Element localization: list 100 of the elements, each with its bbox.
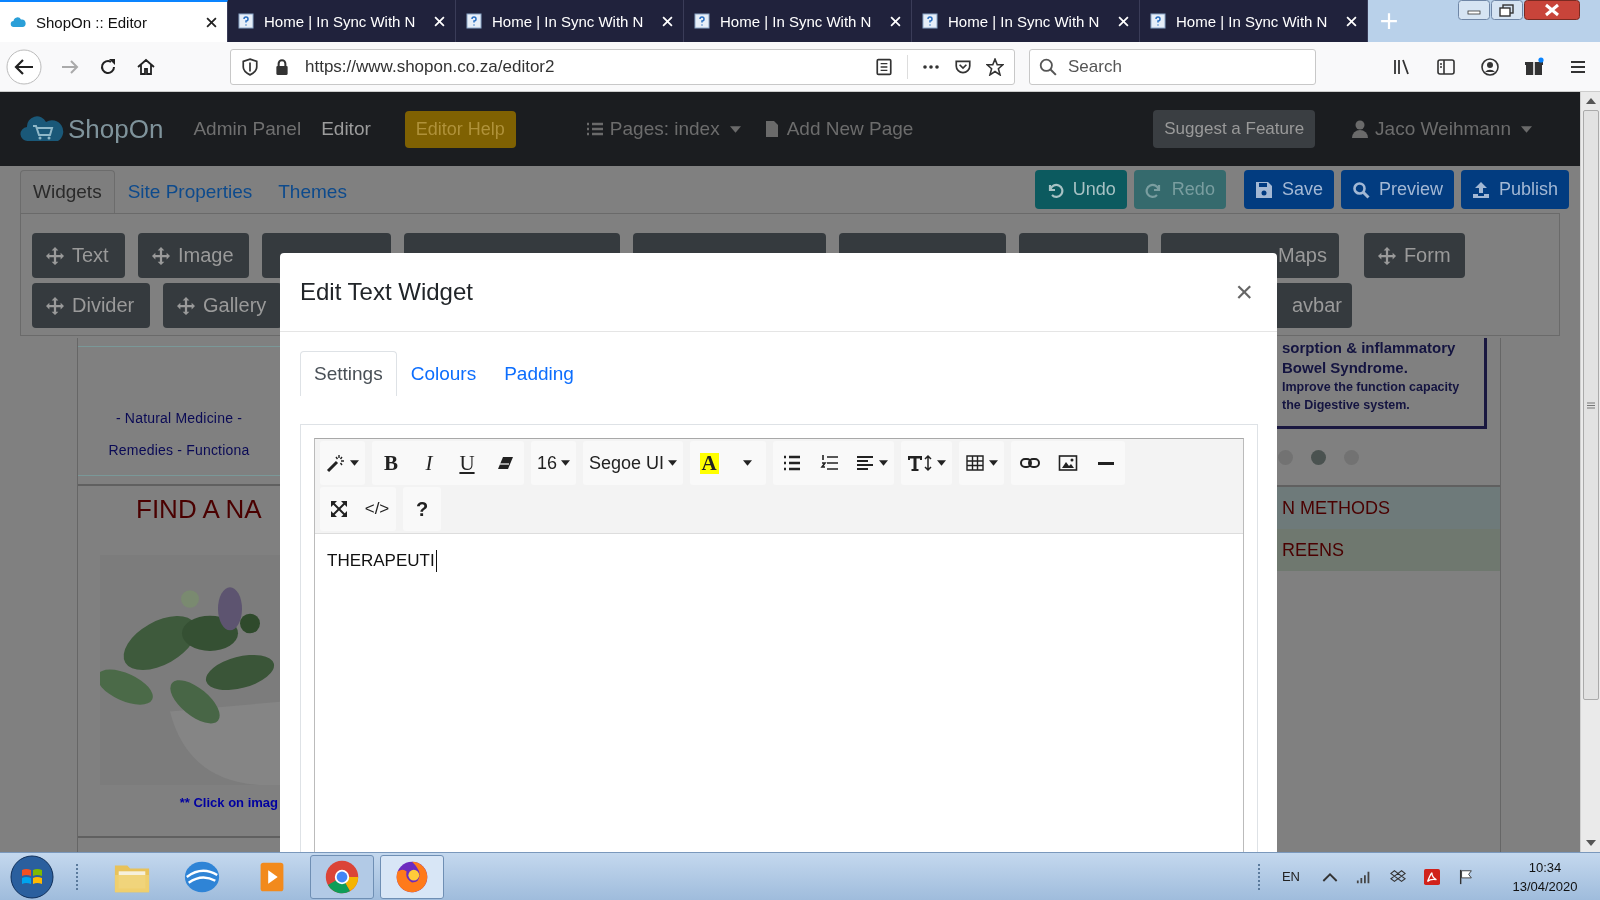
scroll-up-icon[interactable] — [1585, 98, 1596, 104]
editor-tab[interactable]: Widgets — [20, 170, 115, 213]
browser-tab[interactable]: Home | In Sync With N — [1140, 0, 1368, 42]
clock-time[interactable]: 10:34 — [1528, 857, 1562, 877]
browser-tab[interactable]: ShopOn :: Editor — [0, 0, 228, 42]
suggest-button[interactable]: Suggest a Feature — [1153, 110, 1316, 148]
tab-title: Home | In Sync With N — [264, 12, 417, 30]
back-icon[interactable] — [6, 48, 42, 85]
widget-button[interactable]: Form — [1363, 233, 1465, 278]
widget-button[interactable]: Text — [32, 233, 125, 278]
address-bar[interactable]: https://www.shopon.co.za/editor2 — [230, 48, 1015, 85]
bullet-list-icon — [782, 453, 803, 473]
table-icon — [965, 453, 986, 473]
widget-button[interactable]: Gallery — [163, 283, 282, 328]
search-field[interactable]: Search — [1029, 48, 1316, 85]
caret-icon — [668, 460, 678, 466]
taskbar-app[interactable] — [380, 854, 444, 899]
document-app-icon[interactable] — [1424, 868, 1440, 885]
info-text: Improve the function capacity — [1282, 379, 1461, 396]
modal-tab[interactable]: Colours — [396, 351, 491, 396]
scroll-thumb[interactable] — [1582, 110, 1599, 700]
grip-icon — [74, 861, 80, 892]
section-heading: FIND A NA — [135, 493, 263, 525]
toolbar-button[interactable]: I — [410, 441, 448, 485]
clock-date[interactable]: 13/04/2020 — [1512, 876, 1578, 896]
star-icon[interactable] — [986, 57, 1004, 76]
move-icon — [46, 296, 64, 315]
page-icon — [466, 13, 482, 29]
publish-button[interactable]: Publish — [1460, 170, 1569, 209]
modal-tab[interactable]: Settings — [300, 351, 397, 396]
list-icon — [585, 120, 604, 138]
caret-icon — [729, 125, 741, 133]
toolbar-button[interactable]: B — [372, 441, 410, 485]
minimize-icon[interactable] — [1458, 0, 1490, 20]
sidebar-icon[interactable] — [1436, 56, 1456, 77]
nav-link[interactable]: Editor — [321, 118, 371, 140]
caret-icon — [742, 460, 752, 466]
info-text: sorption & inflammatory — [1282, 338, 1457, 358]
scroll-down-icon[interactable] — [1585, 840, 1596, 846]
browser-tab[interactable]: Home | In Sync With N — [684, 0, 912, 42]
text-cursor — [435, 550, 437, 572]
widget-button[interactable]: Image — [138, 233, 249, 278]
nav-link[interactable]: Admin Panel — [193, 118, 302, 140]
caption-text: ** Click on imag — [178, 794, 279, 810]
preview-button[interactable]: Preview — [1340, 170, 1454, 209]
toolbar-button[interactable]: 16 — [531, 441, 577, 485]
reader-view-icon[interactable] — [875, 57, 893, 76]
editor-text: THERAPEUTI — [327, 551, 435, 571]
home-icon[interactable] — [136, 56, 156, 77]
carousel-dot[interactable] — [1311, 449, 1326, 465]
dropbox-icon[interactable] — [1390, 868, 1406, 885]
modal-tab[interactable]: Padding — [490, 351, 588, 396]
toolbar-button[interactable]: Segoe UI — [583, 441, 684, 485]
browser-icon — [323, 858, 361, 895]
undo-button[interactable]: Undo — [1034, 170, 1127, 209]
scrollbar[interactable] — [1580, 92, 1600, 852]
add-page-link[interactable]: Add New Page — [786, 118, 914, 140]
browser-tab[interactable]: Home | In Sync With N — [228, 0, 456, 42]
start-button[interactable] — [10, 854, 54, 899]
reload-icon[interactable] — [98, 56, 118, 77]
page-icon — [694, 13, 710, 29]
save-button[interactable]: Save — [1243, 170, 1334, 209]
move-icon — [177, 296, 195, 315]
menu-item[interactable]: N METHODS — [1276, 487, 1500, 529]
tagline-text: Remedies - Functiona — [108, 442, 250, 458]
account-icon[interactable] — [1480, 56, 1500, 77]
page-icon — [922, 13, 938, 29]
lock-icon — [273, 57, 291, 76]
align-icon — [855, 453, 876, 473]
close-icon[interactable] — [1524, 0, 1580, 20]
pages-dropdown[interactable]: Pages: index — [609, 118, 720, 140]
move-icon — [1377, 246, 1396, 265]
tab-title: Home | In Sync With N — [720, 12, 873, 30]
carousel-dot[interactable] — [1278, 449, 1293, 465]
cloud-icon — [10, 14, 26, 30]
user-menu[interactable]: Jaco Weihmann — [1375, 118, 1511, 140]
browser-tab[interactable]: Home | In Sync With N — [912, 0, 1140, 42]
url-text: https://www.shopon.co.za/editor2 — [305, 56, 556, 77]
upload-icon — [1471, 180, 1490, 199]
language-indicator[interactable]: EN — [1281, 869, 1300, 884]
menu-item[interactable]: REENS — [1276, 529, 1500, 571]
caret-icon — [1521, 125, 1532, 133]
browser-tab[interactable]: Home | In Sync With N — [456, 0, 684, 42]
text-height-icon — [907, 453, 934, 473]
info-text: Bowel Syndrome. — [1282, 358, 1409, 378]
close-icon[interactable] — [206, 16, 217, 28]
move-icon — [152, 246, 170, 265]
brand-name[interactable]: ShopOn — [68, 113, 164, 145]
page-icon — [238, 13, 254, 29]
gift-icon[interactable] — [1524, 56, 1544, 77]
shield-icon — [241, 57, 259, 76]
restore-icon[interactable] — [1491, 0, 1523, 20]
toolbar-button[interactable]: ? — [403, 487, 441, 531]
move-icon — [46, 246, 64, 265]
image-icon — [1058, 453, 1079, 473]
toolbar-button[interactable]: U — [448, 441, 486, 485]
caret-icon — [937, 460, 947, 466]
widget-button[interactable]: Divider — [32, 283, 150, 328]
flag-icon[interactable] — [1458, 868, 1474, 885]
taskbar-app[interactable] — [310, 854, 374, 899]
